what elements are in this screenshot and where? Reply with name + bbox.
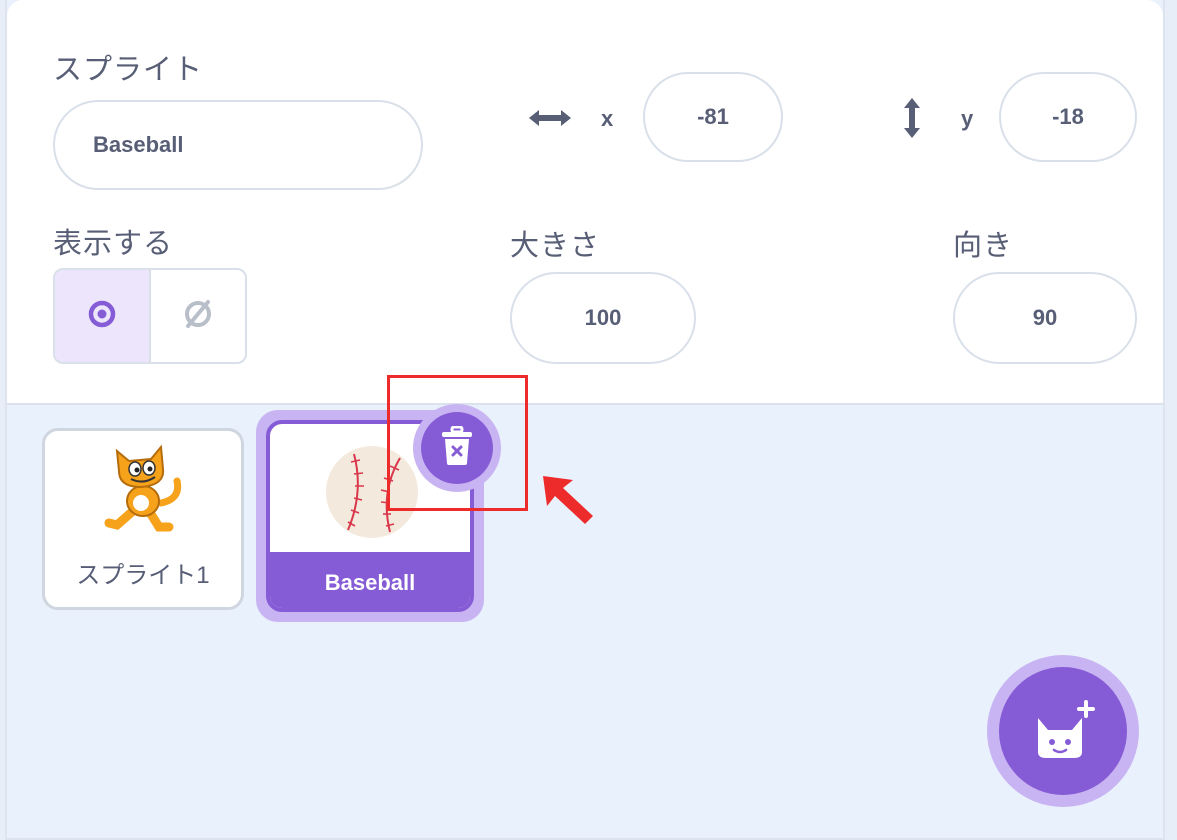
direction-input[interactable]: 90 bbox=[953, 272, 1137, 364]
cat-add-icon bbox=[1030, 700, 1096, 762]
sprite-tile-label: スプライト1 bbox=[76, 562, 210, 589]
add-sprite-button[interactable] bbox=[987, 655, 1139, 807]
show-button[interactable] bbox=[55, 270, 151, 362]
sprite-tile-sprite1[interactable]: スプライト1 bbox=[42, 428, 244, 610]
vertical-arrows-icon bbox=[900, 96, 924, 145]
x-input[interactable]: -81 bbox=[643, 72, 783, 162]
sprite-tile-label: Baseball bbox=[324, 570, 416, 595]
red-arrow-icon bbox=[535, 468, 599, 533]
y-label: y bbox=[961, 106, 974, 131]
sprite-pane: スプライト Baseball x -81 y -18 表示する 大きさ 100 … bbox=[5, 0, 1165, 840]
show-label: 表示する bbox=[53, 226, 174, 260]
x-label: x bbox=[601, 106, 614, 131]
y-input[interactable]: -18 bbox=[999, 72, 1137, 162]
sprite-label: スプライト bbox=[53, 52, 204, 86]
eye-slash-icon bbox=[181, 297, 215, 336]
horizontal-arrows-icon bbox=[527, 106, 573, 135]
sprite-info-panel: スプライト Baseball x -81 y -18 表示する 大きさ 100 … bbox=[7, 0, 1163, 405]
size-input[interactable]: 100 bbox=[510, 272, 696, 364]
hide-button[interactable] bbox=[151, 270, 245, 362]
direction-label: 向き bbox=[953, 228, 1014, 262]
highlight-box bbox=[387, 375, 528, 511]
visibility-toggle-group bbox=[53, 268, 247, 364]
cat-sprite-thumbnail bbox=[103, 441, 185, 540]
sprite-name-input[interactable]: Baseball bbox=[53, 100, 423, 190]
size-label: 大きさ bbox=[510, 228, 601, 262]
eye-icon bbox=[87, 299, 117, 334]
